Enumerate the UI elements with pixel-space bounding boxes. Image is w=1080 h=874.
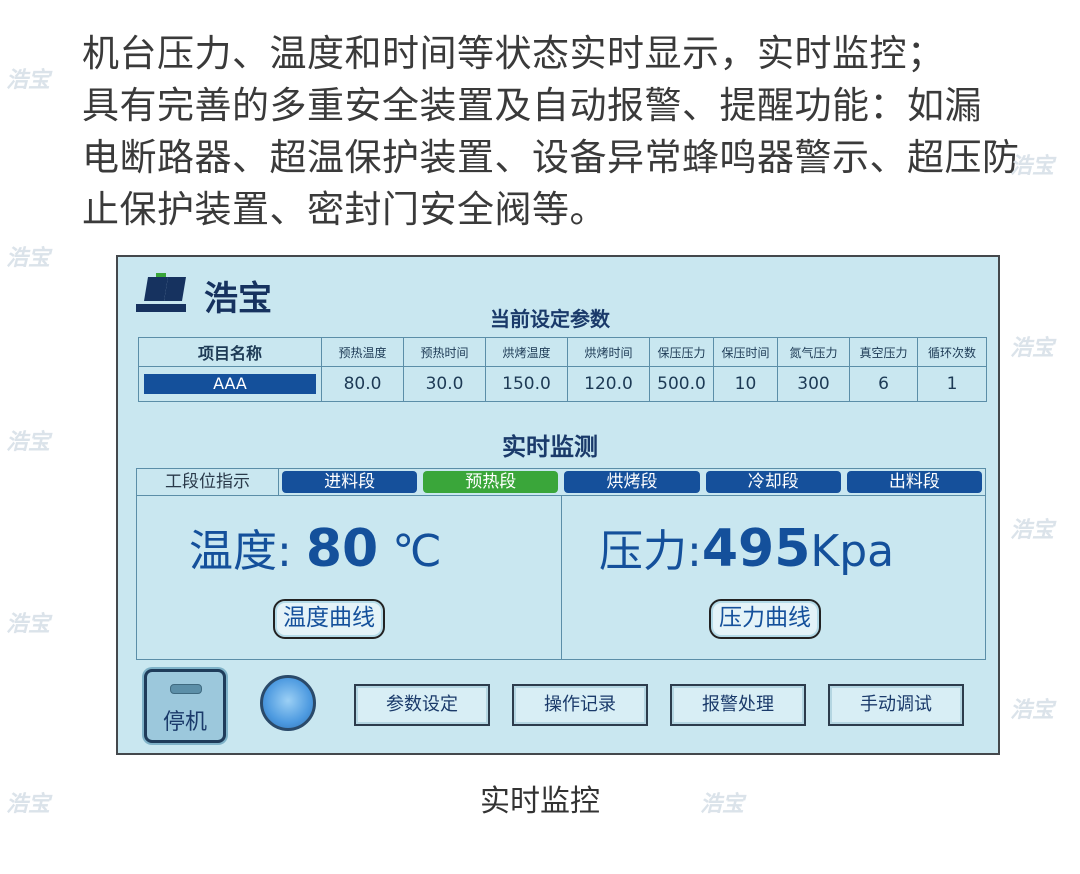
watermark: 浩宝 xyxy=(6,246,51,271)
temperature-unit: ℃ xyxy=(392,526,442,577)
stop-label: 停机 xyxy=(162,710,207,735)
watermark: 浩宝 xyxy=(6,68,51,93)
temperature-value: 80 xyxy=(305,519,379,579)
col-header: 氮气压力 xyxy=(777,337,850,367)
monitor-box: 温度: 80 ℃ 压力:495Kpa 温度曲线 压力曲线 xyxy=(136,495,986,660)
value-cell: 10 xyxy=(713,366,778,402)
temperature-curve-button[interactable]: 温度曲线 xyxy=(273,599,385,639)
brand-logo: 浩宝 xyxy=(134,271,334,319)
watermark: 浩宝 xyxy=(1010,518,1055,543)
project-name-cell[interactable]: AAA xyxy=(138,366,322,402)
stage-preheat: 预热段 xyxy=(423,471,559,493)
value-cell: 500.0 xyxy=(649,366,714,402)
col-header: 真空压力 xyxy=(849,337,918,367)
watermark: 浩宝 xyxy=(6,430,51,455)
pressure-value: 495 xyxy=(701,519,811,579)
hb-logo-icon xyxy=(136,273,186,312)
manual-debug-button[interactable]: 手动调试 xyxy=(828,684,964,726)
watermark: 浩宝 xyxy=(1010,698,1055,723)
stage-discharge: 出料段 xyxy=(846,471,983,493)
stage-feed: 进料段 xyxy=(282,471,418,493)
intro-text: 机台压力、温度和时间等状态实时显示，实时监控； 具有完善的多重安全装置及自动报警… xyxy=(82,28,1042,236)
col-header: 项目名称 xyxy=(138,337,322,367)
stage-cool: 冷却段 xyxy=(705,471,841,493)
settings-table: 项目名称 预热温度 预热时间 烘烤温度 烘烤时间 保压压力 保压时间 氮气压力 … xyxy=(138,337,987,402)
brand-name: 浩宝 xyxy=(204,279,272,319)
col-header: 烘烤时间 xyxy=(567,337,650,367)
intro-line: 具有完善的多重安全装置及自动报警、提醒功能：如漏 xyxy=(82,84,982,127)
value-cell: 6 xyxy=(849,366,918,402)
caption: 实时监控 xyxy=(480,784,600,819)
value-cell: 300 xyxy=(777,366,850,402)
col-header: 预热时间 xyxy=(403,337,486,367)
pressure-unit: Kpa xyxy=(810,526,895,577)
pressure-label: 压力: xyxy=(599,526,702,577)
settings-header-row: 项目名称 预热温度 预热时间 烘烤温度 烘烤时间 保压压力 保压时间 氮气压力 … xyxy=(138,337,987,367)
col-header: 烘烤温度 xyxy=(485,337,568,367)
stage-label: 工段位指示 xyxy=(137,469,279,495)
value-cell: 1 xyxy=(917,366,987,402)
monitor-title: 实时监测 xyxy=(502,433,598,461)
col-header: 循环次数 xyxy=(917,337,987,367)
intro-line: 止保护装置、密封门安全阀等。 xyxy=(82,188,607,231)
col-header: 保压压力 xyxy=(649,337,714,367)
parameter-settings-button[interactable]: 参数设定 xyxy=(354,684,490,726)
pressure-curve-button[interactable]: 压力曲线 xyxy=(709,599,821,639)
stage-indicator: 工段位指示 进料段 预热段 烘烤段 冷却段 出料段 xyxy=(136,468,986,496)
value-cell: 80.0 xyxy=(321,366,404,402)
temperature-label: 温度: xyxy=(189,526,292,577)
divider xyxy=(561,495,562,659)
settings-value-row: AAA 80.0 30.0 150.0 120.0 500.0 10 300 6… xyxy=(138,366,987,402)
value-cell: 120.0 xyxy=(567,366,650,402)
value-cell: 150.0 xyxy=(485,366,568,402)
pressure-readout: 压力:495Kpa xyxy=(599,515,894,579)
watermark: 浩宝 xyxy=(1010,336,1055,361)
temperature-readout: 温度: 80 ℃ xyxy=(189,515,442,579)
stage-bake: 烘烤段 xyxy=(564,471,700,493)
hmi-panel: 浩宝 当前设定参数 项目名称 预热温度 预热时间 烘烤温度 烘烤时间 保压压力 … xyxy=(116,255,1000,755)
intro-line: 电断路器、超温保护装置、设备异常蜂鸣器警示、超压防 xyxy=(82,136,1020,179)
col-header: 预热温度 xyxy=(321,337,404,367)
operation-log-button[interactable]: 操作记录 xyxy=(512,684,648,726)
alarm-handling-button[interactable]: 报警处理 xyxy=(670,684,806,726)
settings-title: 当前设定参数 xyxy=(490,307,610,331)
watermark: 浩宝 xyxy=(1010,154,1055,179)
col-header: 保压时间 xyxy=(713,337,778,367)
stop-indicator-light xyxy=(170,684,202,694)
intro-line: 机台压力、温度和时间等状态实时显示，实时监控； xyxy=(82,32,945,75)
watermark: 浩宝 xyxy=(6,612,51,637)
project-name-value: AAA xyxy=(144,374,316,394)
round-button[interactable] xyxy=(260,675,316,731)
stop-button[interactable]: 停机 xyxy=(144,669,226,743)
value-cell: 30.0 xyxy=(403,366,486,402)
